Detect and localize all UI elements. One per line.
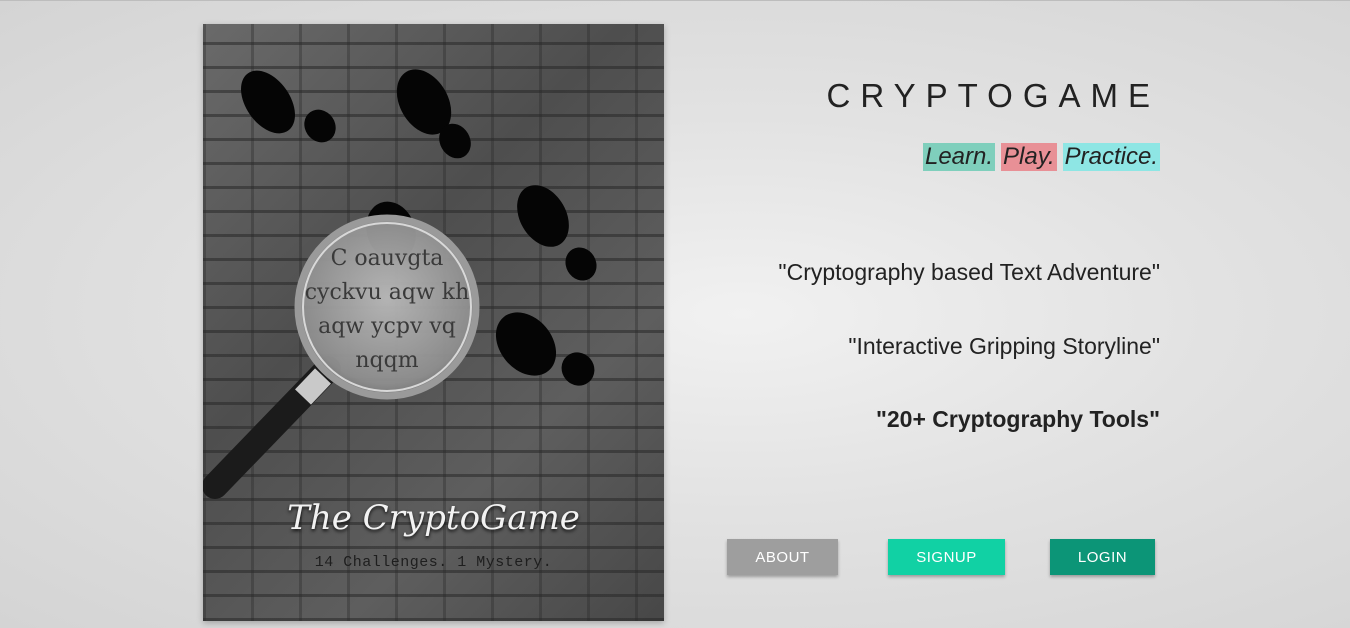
cover-title: The CryptoGame [287, 498, 580, 538]
lens-line: C oauvgta [331, 246, 444, 271]
tagline-practice-text: Practice [1064, 143, 1152, 170]
lens-line: aqw ycpv vq [318, 314, 456, 339]
tagline-separator: . [1047, 143, 1055, 170]
tagline-play: Play. [1001, 143, 1057, 171]
tagline-play-text: Play [1003, 143, 1048, 170]
tagline-learn-text: Learn [924, 143, 987, 170]
tagline-separator: . [986, 143, 994, 170]
lens-line: cyckvu aqw kh [305, 280, 470, 305]
about-button[interactable]: ABOUT [727, 539, 838, 575]
feature-text-adventure: "Cryptography based Text Adventure" [778, 259, 1160, 285]
tagline-separator: . [1151, 143, 1158, 170]
lens-line: nqqm [355, 348, 418, 373]
game-cover-image: C oauvgta cyckvu aqw kh aqw ycpv vq nqqm… [203, 24, 664, 621]
brand-title: CRYPTOGAME [826, 77, 1160, 114]
cover-subtitle: 14 Challenges. 1 Mystery. [314, 554, 553, 571]
signup-button[interactable]: SIGNUP [888, 539, 1005, 575]
tagline-learn: Learn. [922, 143, 996, 171]
feature-tools: "20+ Cryptography Tools" [875, 406, 1160, 432]
tagline-practice: Practice. [1062, 143, 1160, 171]
tagline: Learn. Play. Practice. [922, 143, 1160, 171]
login-button[interactable]: LOGIN [1050, 539, 1155, 575]
feature-storyline: "Interactive Gripping Storyline" [848, 333, 1160, 359]
